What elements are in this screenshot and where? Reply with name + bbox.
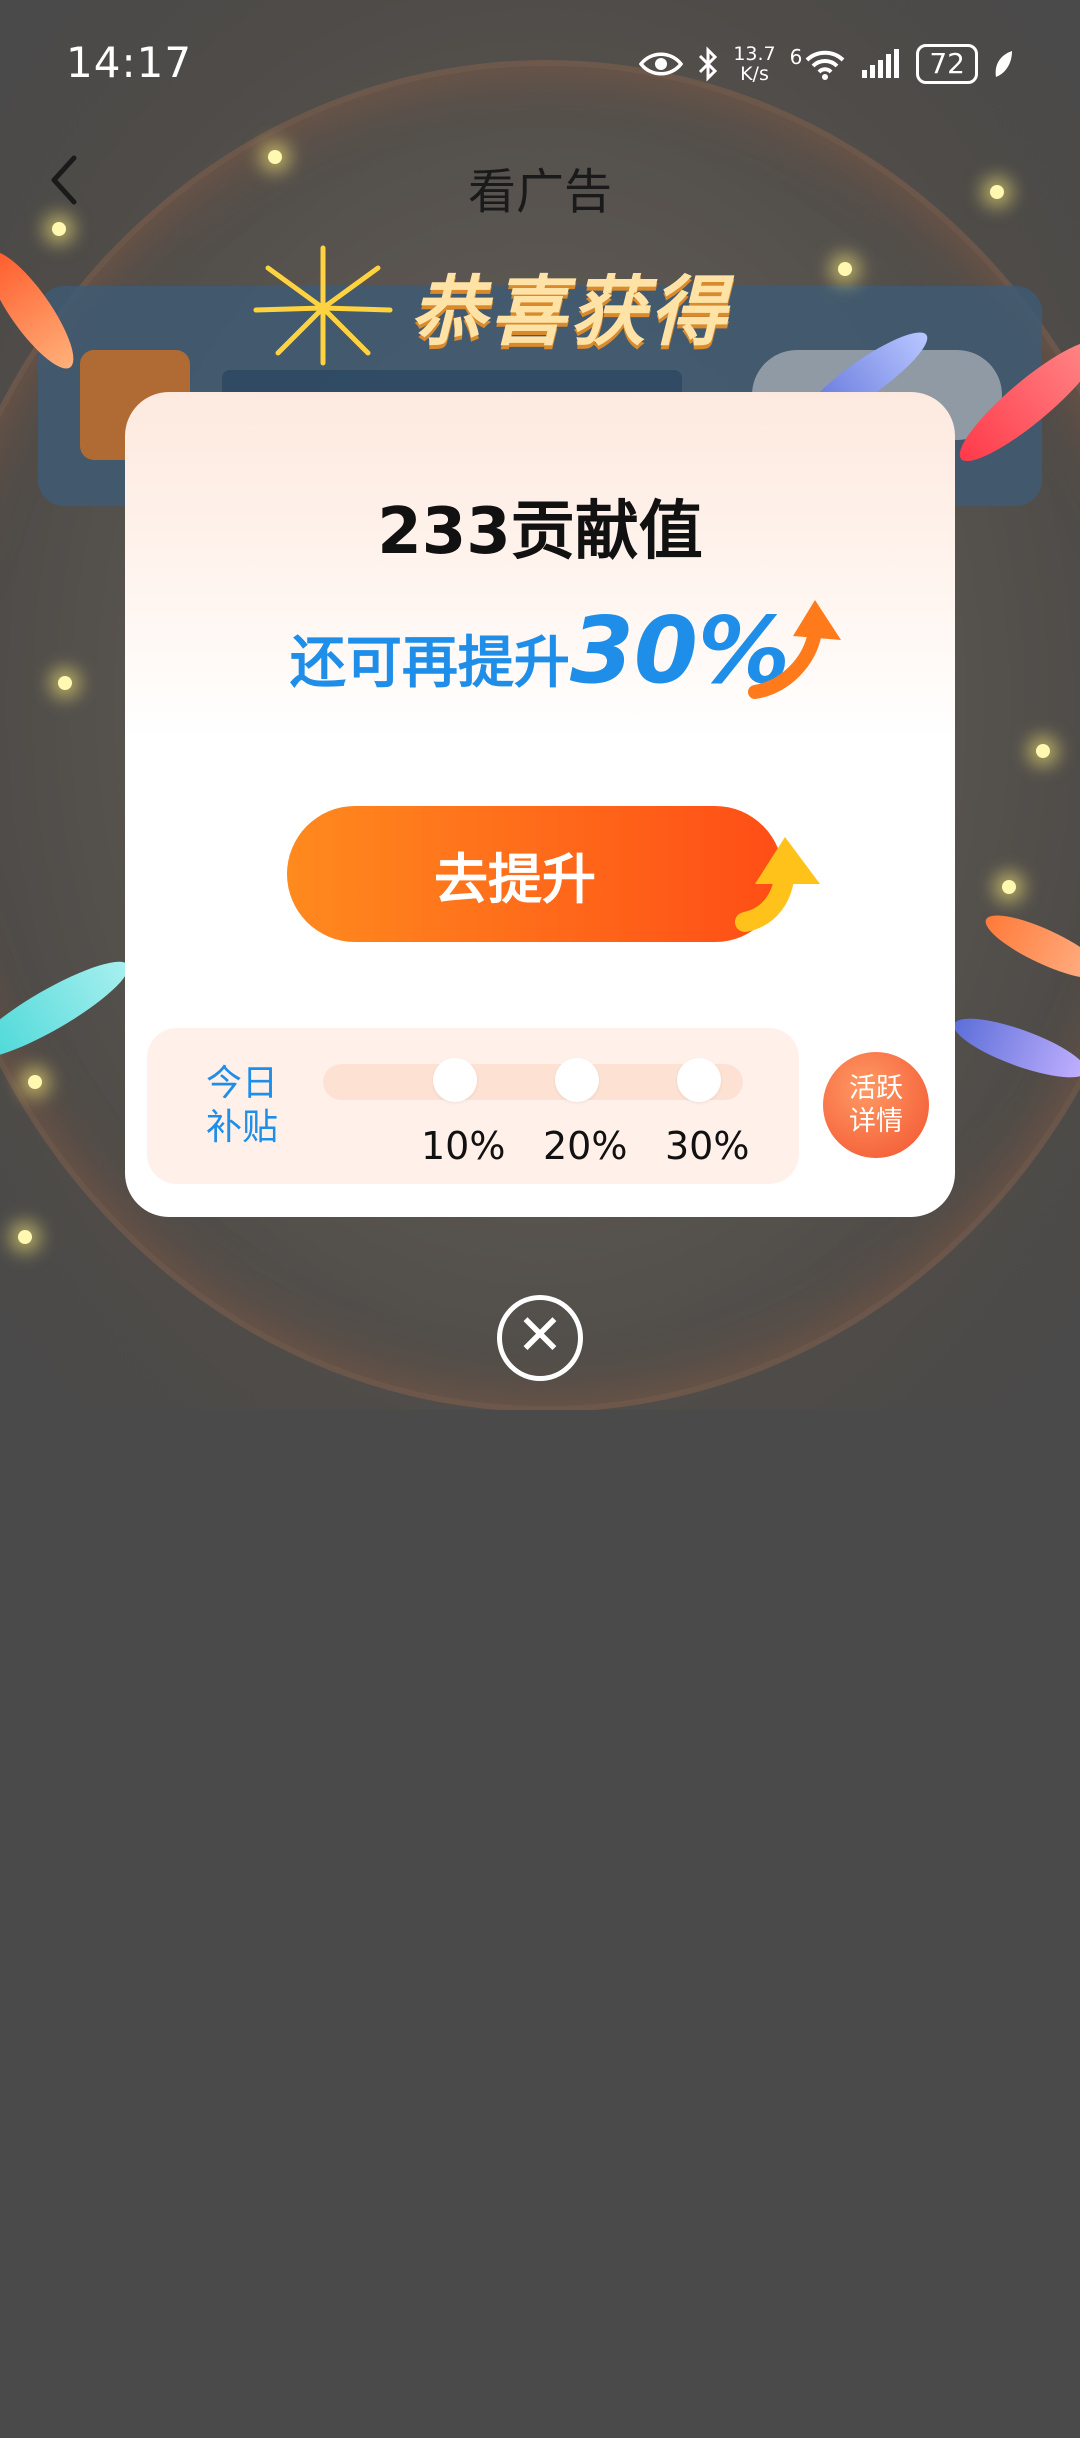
- progress-node: [433, 1058, 477, 1102]
- progress-node: [677, 1058, 721, 1102]
- close-icon: ✕: [516, 1303, 564, 1368]
- activity-details-button[interactable]: 活跃 详情: [823, 1052, 929, 1158]
- activity-details-line2: 详情: [849, 1106, 903, 1137]
- progress-tick-label: 10%: [421, 1124, 506, 1168]
- congrats-title: 恭喜获得: [410, 267, 730, 356]
- reward-amount: 233贡献值: [377, 495, 703, 569]
- daily-subsidy-panel: 今日 补贴 10% 20% 30%: [147, 1028, 799, 1184]
- leaf-icon: [995, 51, 1012, 77]
- subsidy-label-line2: 补贴: [205, 1107, 278, 1148]
- net-speed-unit: K/s: [740, 63, 769, 85]
- progress-tick-label: 20%: [543, 1124, 628, 1168]
- boost-button[interactable]: 去提升: [287, 806, 783, 942]
- sparkle-decoration: [52, 222, 66, 236]
- sparkle-decoration: [838, 262, 852, 276]
- arrow-up-icon: [735, 837, 820, 932]
- firework-icon: [253, 245, 393, 366]
- battery-indicator: 72: [916, 44, 978, 84]
- wifi-icon: [805, 50, 845, 80]
- arrow-up-icon: [748, 600, 841, 699]
- sparkle-decoration: [28, 1075, 42, 1089]
- network-type: 6: [789, 45, 803, 69]
- progress-tick-label: 30%: [665, 1124, 750, 1168]
- sparkle-decoration: [1002, 880, 1016, 894]
- close-button[interactable]: ✕: [497, 1295, 583, 1381]
- boost-label: 还可再提升: [289, 631, 570, 696]
- page-title: 看广告: [467, 164, 612, 220]
- sparkle-decoration: [18, 1230, 32, 1244]
- signal-icon: [862, 49, 900, 78]
- subsidy-label: 今日 补贴: [197, 1062, 287, 1150]
- subsidy-progress-track: [323, 1058, 743, 1102]
- activity-details-line1: 活跃: [849, 1073, 903, 1104]
- dimmed-page-background: 恭喜获得 看广告 233贡献值 还可再提升 30% 去提升 今日 补贴 10% 2…: [0, 0, 1080, 1410]
- sparkle-decoration: [58, 676, 72, 690]
- status-time: 14:17: [66, 38, 193, 87]
- eye-icon: [639, 52, 684, 76]
- net-speed-value: 13.7: [733, 43, 776, 65]
- status-icons: 13.7 K/s 6 72: [639, 44, 1014, 84]
- bluetooth-icon: [699, 46, 718, 82]
- progress-node: [555, 1058, 599, 1102]
- nav-bar: 看广告: [0, 140, 1080, 220]
- subsidy-label-line1: 今日: [205, 1063, 278, 1104]
- status-bar: 14:17 13.7 K/s 6 72: [0, 0, 1080, 110]
- reward-dialog: 233贡献值 还可再提升30% 去提升 今日 补贴 10% 20% 30% 活跃…: [125, 392, 955, 1217]
- sparkle-decoration: [1036, 744, 1050, 758]
- net-speed: 13.7 K/s: [733, 44, 775, 84]
